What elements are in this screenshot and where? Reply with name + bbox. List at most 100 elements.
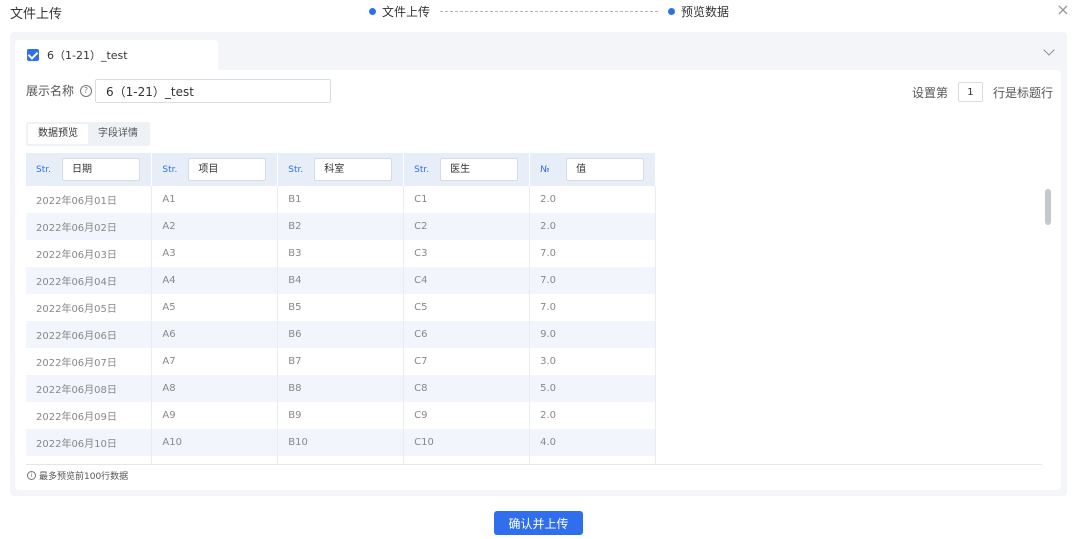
table-cell: C3 bbox=[403, 240, 531, 267]
table-cell: B9 bbox=[277, 402, 405, 429]
table-cell: 2022年06月07日 bbox=[26, 348, 153, 375]
preview-limit-text: 最多预览前100行数据 bbox=[39, 472, 129, 482]
column-header: № 值 bbox=[529, 153, 656, 186]
table-cell: A6 bbox=[151, 321, 279, 348]
field-name-input[interactable]: 值 bbox=[566, 158, 645, 181]
chevron-down-icon[interactable] bbox=[1043, 44, 1055, 56]
field-name-input[interactable]: 日期 bbox=[62, 158, 140, 181]
close-icon[interactable]: × bbox=[1056, 2, 1070, 18]
table-cell: 2.0 bbox=[529, 186, 656, 213]
table-cell: 7.0 bbox=[529, 240, 656, 267]
column-header: Str. 项目 bbox=[151, 153, 279, 186]
table-cell: A9 bbox=[151, 402, 279, 429]
table-cell: B2 bbox=[277, 213, 405, 240]
table-cell: B7 bbox=[277, 348, 405, 375]
table-cell: B5 bbox=[277, 294, 405, 321]
help-icon[interactable]: ? bbox=[80, 84, 93, 97]
table-cell bbox=[403, 456, 531, 464]
preview-limit-note: i 最多预览前100行数据 bbox=[27, 469, 128, 482]
table-cell: A8 bbox=[151, 375, 279, 402]
info-icon: i bbox=[27, 471, 36, 480]
table-cell: A4 bbox=[151, 267, 279, 294]
confirm-upload-button[interactable]: 确认并上传 bbox=[494, 511, 583, 535]
file-checkbox[interactable] bbox=[27, 49, 39, 61]
field-name-input[interactable]: 科室 bbox=[314, 158, 393, 181]
table-cell: B1 bbox=[277, 186, 405, 213]
table-row: 2022年06月01日 A1 B1 C1 2.0 bbox=[26, 186, 656, 213]
table-row: 2022年06月07日 A7 B7 C7 3.0 bbox=[26, 348, 656, 375]
string-type-icon[interactable]: Str. bbox=[162, 165, 188, 175]
table-cell: C7 bbox=[403, 348, 531, 375]
file-panel: 6（1-21）_test 展示名称 ? 设置第 行是标题行 数据预览 字段详情 … bbox=[10, 32, 1067, 496]
file-tab[interactable]: 6（1-21）_test bbox=[15, 40, 218, 70]
table-row: 2022年06月05日 A5 B5 C5 7.0 bbox=[26, 294, 656, 321]
step-dot-icon bbox=[369, 7, 376, 15]
preview-table: Str. 日期 Str. 项目 Str. 科室 Str. 医生 № 值 2022年06月0… bbox=[26, 153, 656, 464]
column-header: Str. 医生 bbox=[403, 153, 531, 186]
table-cell: 2022年06月01日 bbox=[26, 186, 153, 213]
table-cell: C4 bbox=[403, 267, 531, 294]
page-title: 文件上传 bbox=[10, 7, 63, 22]
table-row: 2022年06月10日 A10 B10 C10 4.0 bbox=[26, 429, 656, 456]
column-header: Str. 科室 bbox=[277, 153, 405, 186]
table-cell: B10 bbox=[277, 429, 405, 456]
table-cell: 2022年06月08日 bbox=[26, 375, 153, 402]
string-type-icon[interactable]: Str. bbox=[414, 165, 440, 175]
table-cell: 2022年06月03日 bbox=[26, 240, 153, 267]
preview-table-container[interactable]: Str. 日期 Str. 项目 Str. 科室 Str. 医生 № 值 2022年06月0… bbox=[26, 153, 1042, 465]
table-cell: B3 bbox=[277, 240, 405, 267]
field-name-input[interactable]: 项目 bbox=[188, 158, 267, 181]
table-cell: 2022年06月04日 bbox=[26, 267, 153, 294]
table-cell bbox=[529, 456, 656, 464]
table-cell: 9.0 bbox=[529, 321, 656, 348]
preview-tabs: 数据预览 字段详情 bbox=[26, 122, 150, 146]
step-preview-label: 预览数据 bbox=[681, 4, 730, 19]
column-header: Str. 日期 bbox=[26, 153, 153, 186]
table-cell: 2022年06月10日 bbox=[26, 429, 153, 456]
table-cell: 2022年06月05日 bbox=[26, 294, 153, 321]
header-row-suffix: 行是标题行 bbox=[992, 85, 1053, 100]
table-cell: 5.0 bbox=[529, 375, 656, 402]
table-cell: A5 bbox=[151, 294, 279, 321]
table-cell: C8 bbox=[403, 375, 531, 402]
table-cell bbox=[277, 456, 405, 464]
header-row-prefix: 设置第 bbox=[911, 85, 948, 100]
field-name-input[interactable]: 医生 bbox=[440, 158, 519, 181]
display-name-input[interactable] bbox=[95, 79, 331, 103]
table-cell: 4.0 bbox=[529, 429, 656, 456]
number-type-icon[interactable]: № bbox=[540, 165, 566, 175]
display-name-label: 展示名称 ? bbox=[26, 82, 93, 99]
tab-field-details[interactable]: 字段详情 bbox=[88, 124, 148, 144]
string-type-icon[interactable]: Str. bbox=[36, 165, 62, 175]
table-cell: C10 bbox=[403, 429, 531, 456]
step-dot-icon bbox=[668, 7, 676, 15]
display-name-text: 展示名称 bbox=[26, 84, 75, 98]
table-cell: C5 bbox=[403, 294, 531, 321]
header-row-setting: 设置第 行是标题行 bbox=[912, 82, 1053, 102]
table-cell: A1 bbox=[151, 186, 279, 213]
vertical-scrollbar[interactable] bbox=[1045, 189, 1051, 225]
table-cell: B4 bbox=[277, 267, 405, 294]
tab-data-preview[interactable]: 数据预览 bbox=[28, 124, 88, 144]
table-cell: C2 bbox=[403, 213, 531, 240]
table-row: 2022年06月02日 A2 B2 C2 2.0 bbox=[26, 213, 656, 240]
table-row: 2022年06月09日 A9 B9 C9 2.0 bbox=[26, 402, 656, 429]
string-type-icon[interactable]: Str. bbox=[288, 165, 314, 175]
table-cell bbox=[26, 456, 153, 464]
header-row-input[interactable] bbox=[957, 82, 983, 102]
table-cell: 3.0 bbox=[529, 348, 656, 375]
step-connector bbox=[440, 10, 659, 12]
table-row: 2022年06月08日 A8 B8 C8 5.0 bbox=[26, 375, 656, 402]
table-cell bbox=[151, 456, 279, 464]
step-indicator: 文件上传 预览数据 bbox=[369, 3, 729, 19]
table-row: 2022年06月03日 A3 B3 C3 7.0 bbox=[26, 240, 656, 267]
table-cell: 2.0 bbox=[529, 213, 656, 240]
file-tab-name: 6（1-21）_test bbox=[47, 49, 128, 62]
step-upload-label: 文件上传 bbox=[382, 4, 431, 19]
table-row-partial bbox=[26, 456, 656, 464]
table-cell: B6 bbox=[277, 321, 405, 348]
table-cell: C9 bbox=[403, 402, 531, 429]
table-cell: 7.0 bbox=[529, 267, 656, 294]
table-row: 2022年06月04日 A4 B4 C4 7.0 bbox=[26, 267, 656, 294]
table-cell: A3 bbox=[151, 240, 279, 267]
